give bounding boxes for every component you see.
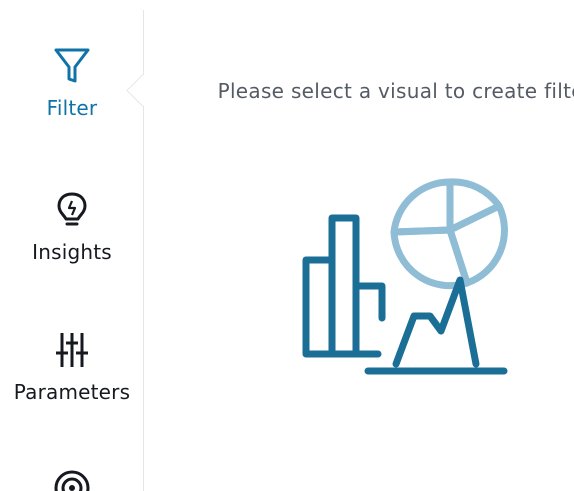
bar-chart-graphic [302,214,386,358]
sidebar-item-filter[interactable]: Filter [0,46,144,120]
sidebar-item-label: Filter [46,96,98,120]
app-root: Filter Insights Parameters Please select… [0,0,574,491]
empty-state-message: Please select a visual to create filter [217,79,574,103]
target-icon [54,470,90,491]
pie-chart-graphic [390,178,508,290]
filter-icon [54,48,90,83]
lightbulb-icon [57,192,87,226]
sidebar-item-parameters[interactable]: Parameters [0,330,144,404]
area-chart-graphic [364,276,508,375]
charts-illustration [302,178,508,375]
sidebar-item-label: Parameters [13,380,131,404]
sidebar-item-insights[interactable]: Insights [0,190,144,264]
sidebar-item-more[interactable] [0,468,144,491]
left-rail: Filter Insights Parameters [0,0,159,491]
sidebar-item-label: Insights [32,240,112,264]
sliders-icon [56,333,88,367]
